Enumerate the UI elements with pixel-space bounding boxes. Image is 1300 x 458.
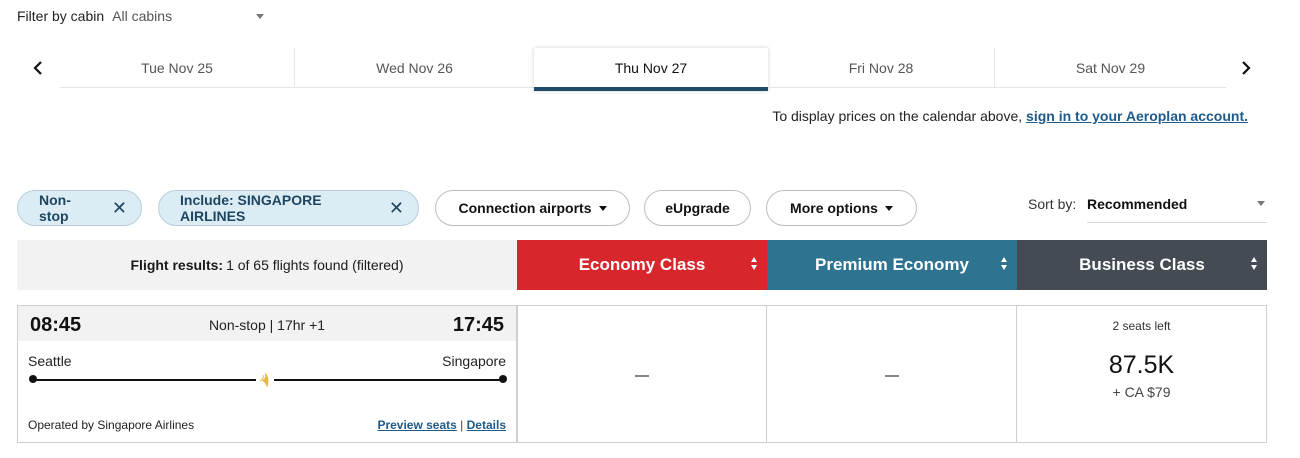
close-icon[interactable]: ✕ [112,198,127,219]
airline-logo-icon [256,369,274,391]
details-link[interactable]: Details [467,418,506,432]
signin-link[interactable]: sign in to your Aeroplan account. [1026,108,1248,124]
date-tab-fri-nov-28[interactable]: Fri Nov 28 [768,48,994,88]
cabin-filter[interactable]: Filter by cabin All cabins [17,6,265,26]
flight-results-count: 1 of 65 flights found (filtered) [226,257,404,273]
links-separator: | [460,418,464,432]
origin-city: Seattle [28,353,72,369]
flight-links: Preview seats | Details [377,418,506,432]
signin-note: To display prices on the calendar above,… [772,108,1248,124]
premium-economy-header[interactable]: Premium Economy [767,240,1017,290]
chevron-left-icon[interactable] [26,56,50,80]
sort-arrows-icon[interactable] [1001,257,1007,270]
chevron-down-icon[interactable] [1257,201,1265,206]
flight-duration: Non-stop | 17hr +1 [208,317,326,333]
connection-airports-label: Connection airports [458,200,592,216]
cabin-filter-value[interactable]: All cabins [112,8,252,24]
filter-chip-include-airline-label: Include: SINGAPORE AIRLINES [180,192,322,224]
arrival-time: 17:45 [452,314,504,336]
more-options-label: More options [790,200,878,216]
chevron-down-icon [884,205,893,211]
connection-airports-button[interactable]: Connection airports [435,190,630,226]
date-tab-thu-nov-27[interactable]: Thu Nov 27 [534,48,768,91]
preview-seats-link[interactable]: Preview seats [377,418,456,432]
chevron-down-icon [598,205,607,211]
premium-economy-unavailable-dash [884,375,899,377]
sort-arrows-icon[interactable] [751,257,757,270]
destination-city: Singapore [442,353,506,369]
filter-chip-include-airline[interactable]: Include: SINGAPORE AIRLINES ✕ [158,190,419,226]
close-icon[interactable]: ✕ [389,198,404,219]
premium-economy-label: Premium Economy [815,255,969,274]
date-tab-sat-nov-29[interactable]: Sat Nov 29 [994,48,1226,88]
date-strip: Tue Nov 25 Wed Nov 26 Thu Nov 27 Fri Nov… [0,48,1300,91]
economy-class-label: Economy Class [578,255,706,274]
more-options-button[interactable]: More options [766,190,917,226]
sort-label: Sort by: [1028,196,1077,212]
sort-value[interactable]: Recommended [1087,196,1267,223]
eupgrade-button[interactable]: eUpgrade [644,190,751,226]
sort-select[interactable]: Sort by: Recommended [1028,196,1267,223]
business-class-label: Business Class [1079,255,1205,274]
destination-dot [499,375,507,383]
signin-note-text: To display prices on the calendar above, [772,108,1023,124]
date-tab-tue-nov-25[interactable]: Tue Nov 25 [60,48,294,88]
eupgrade-label: eUpgrade [665,200,730,216]
date-tab-wed-nov-26[interactable]: Wed Nov 26 [294,48,534,88]
economy-unavailable-dash [635,375,649,377]
cabin-filter-label: Filter by cabin [17,8,105,24]
business-points-price: 87.5K [1108,351,1175,379]
flight-results-label: Flight results: [130,257,224,273]
sort-arrows-icon[interactable] [1251,257,1257,270]
seats-left-badge: 2 seats left [1112,319,1171,333]
flight-results-header: Flight results: 1 of 65 flights found (f… [17,240,517,290]
premium-economy-fare-cell[interactable] [767,305,1017,443]
business-class-header[interactable]: Business Class [1017,240,1267,290]
filter-chip-nonstop-label: Non-stop [39,192,71,224]
filter-chip-nonstop[interactable]: Non-stop ✕ [17,190,142,226]
chevron-down-icon[interactable] [256,13,265,19]
economy-class-header[interactable]: Economy Class [517,240,767,290]
flight-time-bar: 08:45 Non-stop | 17hr +1 17:45 [18,306,516,341]
chevron-right-icon[interactable] [1234,56,1258,80]
flight-card: 08:45 Non-stop | 17hr +1 17:45 Seattle S… [17,305,517,443]
origin-dot [29,375,37,383]
business-cash-price: + CA $79 [1112,384,1171,400]
economy-fare-cell[interactable] [517,305,767,443]
operated-by: Operated by Singapore Airlines [28,418,195,432]
business-fare-cell[interactable]: 2 seats left 87.5K + CA $79 [1017,305,1267,443]
